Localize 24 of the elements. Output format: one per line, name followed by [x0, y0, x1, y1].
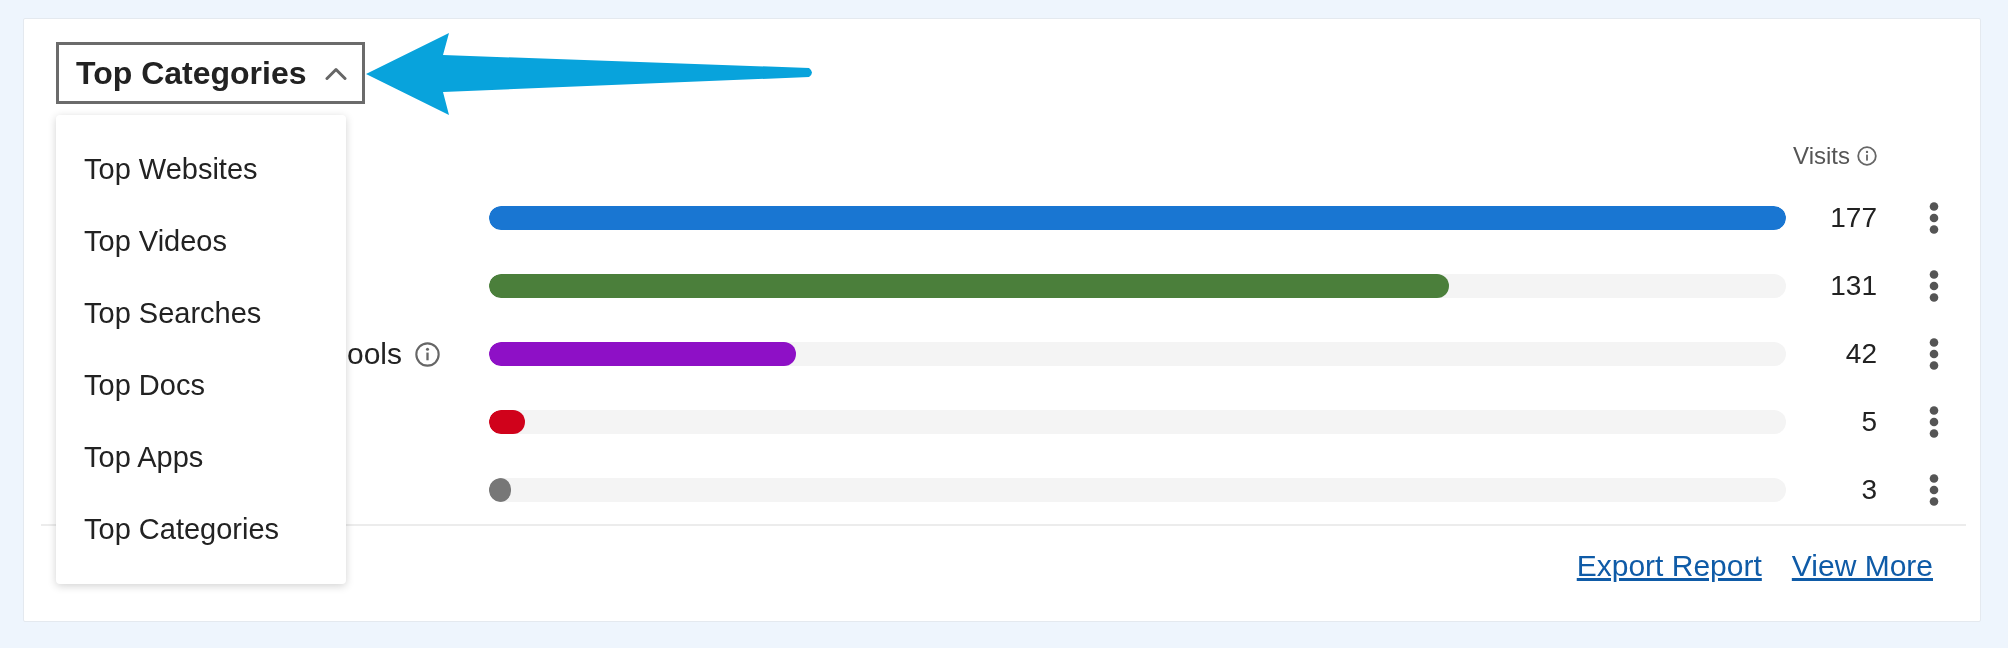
- menu-item[interactable]: Top Apps: [56, 421, 346, 493]
- visits-count: 131: [1830, 270, 1877, 302]
- kebab-menu-icon[interactable]: [1929, 474, 1939, 506]
- visits-count: 42: [1845, 338, 1877, 370]
- visits-count: 3: [1861, 474, 1877, 506]
- menu-item[interactable]: Top Videos: [56, 205, 346, 277]
- menu-item[interactable]: Top Searches: [56, 277, 346, 349]
- info-icon[interactable]: [415, 341, 441, 367]
- visits-count: 177: [1830, 202, 1877, 234]
- dropdown-button[interactable]: Top Categories: [56, 42, 365, 104]
- menu-item[interactable]: Top Docs: [56, 349, 346, 421]
- category-label: ools: [347, 337, 403, 371]
- info-icon[interactable]: [1857, 146, 1877, 166]
- kebab-menu-icon[interactable]: [1929, 270, 1939, 302]
- footer-link[interactable]: View More: [1791, 548, 1933, 584]
- footer-link[interactable]: Export Report: [1576, 548, 1762, 584]
- chevron-up-icon: [324, 66, 347, 80]
- column-header: Visits: [1793, 142, 1850, 170]
- visits-count: 5: [1861, 406, 1877, 438]
- kebab-menu-icon[interactable]: [1929, 202, 1939, 234]
- kebab-menu-icon[interactable]: [1929, 338, 1939, 370]
- kebab-menu-icon[interactable]: [1929, 406, 1939, 438]
- menu-item[interactable]: Top Websites: [56, 133, 346, 205]
- menu-item[interactable]: Top Categories: [56, 493, 346, 565]
